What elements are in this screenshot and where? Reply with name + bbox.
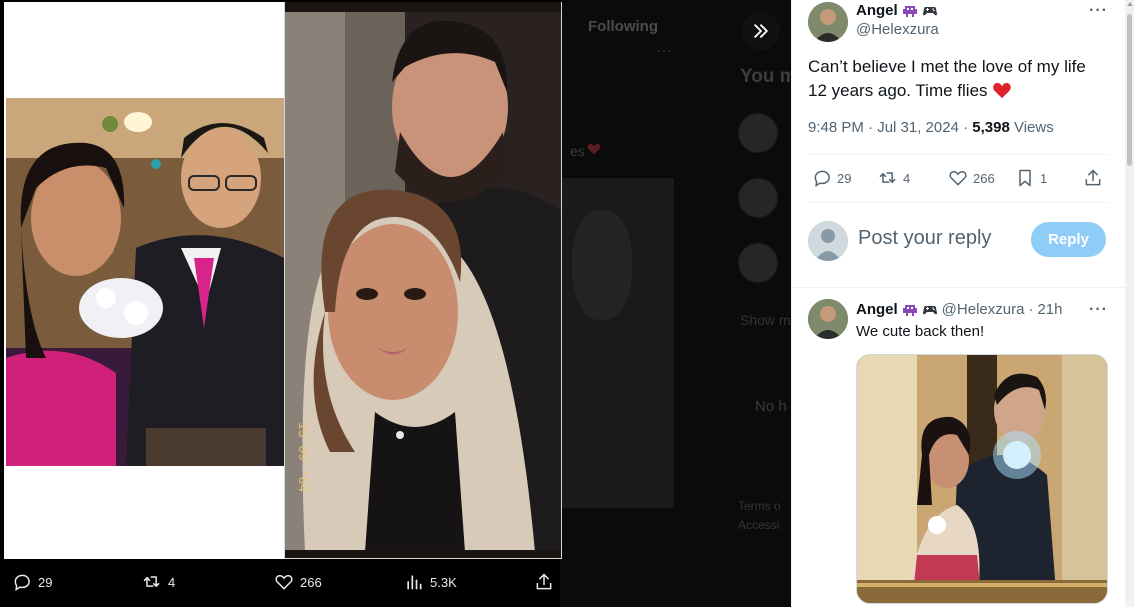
bg-text: es — [570, 143, 585, 159]
media-views-count: 5.3K — [430, 574, 457, 590]
reply-more-button[interactable]: ··· — [1089, 301, 1108, 319]
bg-image-detail — [572, 210, 632, 320]
reply-author-avatar[interactable] — [808, 299, 848, 339]
media-retweet-button[interactable]: 4 — [142, 572, 175, 592]
author-name-text: Angel — [856, 2, 898, 19]
media-action-bar: 29 4 266 5.3K — [0, 562, 562, 607]
tweet-text: Can’t believe I met the love of my life … — [808, 55, 1108, 103]
media-reply-button[interactable]: 29 — [12, 572, 52, 592]
reply-button[interactable]: 29 — [812, 168, 851, 188]
reply-separator: · — [1028, 301, 1034, 318]
author-name[interactable]: Angel — [856, 2, 938, 19]
bookmark-button[interactable]: 1 — [1015, 168, 1047, 188]
double-chevron-right-icon — [754, 24, 768, 38]
scroll-up-arrow-icon[interactable] — [1127, 2, 1133, 6]
bookmark-count: 1 — [1040, 170, 1048, 186]
alien-monster-icon — [902, 5, 917, 17]
reply-input[interactable]: Post your reply — [858, 227, 991, 250]
media-viewer: Following ··· You m es Show m No h Terms… — [0, 0, 1134, 607]
reply-icon — [814, 170, 830, 187]
svg-text:15 09 '04: 15 09 '04 — [295, 422, 310, 492]
media-reply-count: 29 — [38, 574, 53, 590]
heart-icon — [949, 170, 967, 186]
media-photo-left[interactable] — [4, 2, 284, 559]
tweet-more-button[interactable]: ··· — [1089, 2, 1108, 20]
retweet-icon — [143, 576, 160, 587]
retweet-button[interactable]: 4 — [878, 168, 910, 188]
reply-count: 29 — [837, 170, 852, 186]
alien-monster-icon — [902, 304, 917, 316]
bg-footer-accessibility: Accessi — [738, 518, 780, 532]
bookmark-icon — [1019, 169, 1031, 187]
views-chart-icon — [407, 575, 422, 590]
reply-icon — [14, 574, 30, 591]
like-count: 266 — [973, 170, 995, 186]
bg-dots: ··· — [656, 42, 673, 58]
media-views-button[interactable]: 5.3K — [404, 572, 457, 592]
default-avatar-icon — [808, 221, 848, 261]
tweet-timestamp[interactable]: 9:48 PM · Jul 31, 2024 · — [808, 119, 972, 136]
reply-author-name[interactable]: Angel — [856, 301, 898, 318]
author-handle[interactable]: @Helexzura — [856, 21, 939, 38]
divider — [808, 202, 1108, 203]
media-share-button[interactable] — [534, 572, 554, 592]
reply-media-photo[interactable] — [856, 354, 1108, 604]
divider — [808, 154, 1108, 155]
bg-tab-following: Following — [588, 18, 658, 35]
bg-avatar — [738, 113, 778, 153]
reply-author-handle[interactable]: @Helexzura — [942, 301, 1025, 318]
heart-icon — [275, 574, 293, 590]
bg-text-no: No h — [755, 398, 787, 415]
author-avatar[interactable] — [808, 2, 848, 42]
bg-footer-terms: Terms o — [738, 499, 781, 513]
game-controller-icon — [922, 305, 937, 314]
bg-heading: You m — [740, 66, 797, 87]
selfie-photo: 15 09 '04 — [285, 12, 561, 550]
retweet-count: 4 — [903, 170, 911, 186]
media-photo-right[interactable]: 15 09 '04 — [284, 2, 562, 559]
mirror-selfie-photo — [857, 355, 1107, 603]
tweet-views-label: Views — [1009, 119, 1054, 136]
collapse-sidebar-button[interactable] — [742, 12, 780, 50]
bg-heart-icon — [587, 143, 601, 155]
media-like-button[interactable]: 266 — [274, 572, 322, 592]
scrollbar-thumb[interactable] — [1127, 14, 1132, 166]
share-button[interactable] — [1083, 168, 1103, 188]
red-heart-icon — [993, 83, 1011, 99]
media-like-count: 266 — [300, 574, 322, 590]
tweet-views-count: 5,398 — [972, 119, 1010, 136]
share-icon — [536, 573, 552, 590]
reply-text: We cute back then! — [856, 323, 985, 340]
tweet-meta: 9:48 PM · Jul 31, 2024 · 5,398 Views — [808, 119, 1054, 136]
bg-show-more: Show m — [740, 312, 791, 328]
divider — [791, 287, 1125, 288]
retweet-icon — [879, 172, 896, 183]
current-user-avatar[interactable] — [808, 221, 848, 261]
bg-avatar — [738, 178, 778, 218]
share-icon — [1085, 169, 1101, 186]
game-controller-icon — [922, 6, 937, 15]
tweet-text-content: Can’t believe I met the love of my life … — [808, 57, 1086, 100]
bg-footer: Terms o Accessi — [738, 497, 781, 535]
reply-header: Angel @Helexzura · 21h — [856, 301, 1062, 318]
prom-photo — [6, 98, 284, 466]
bg-avatar — [738, 243, 778, 283]
reply-timestamp[interactable]: 21h — [1037, 301, 1062, 318]
like-button[interactable]: 266 — [948, 168, 995, 188]
media-retweet-count: 4 — [168, 574, 176, 590]
reply-submit-button[interactable]: Reply — [1031, 222, 1106, 257]
